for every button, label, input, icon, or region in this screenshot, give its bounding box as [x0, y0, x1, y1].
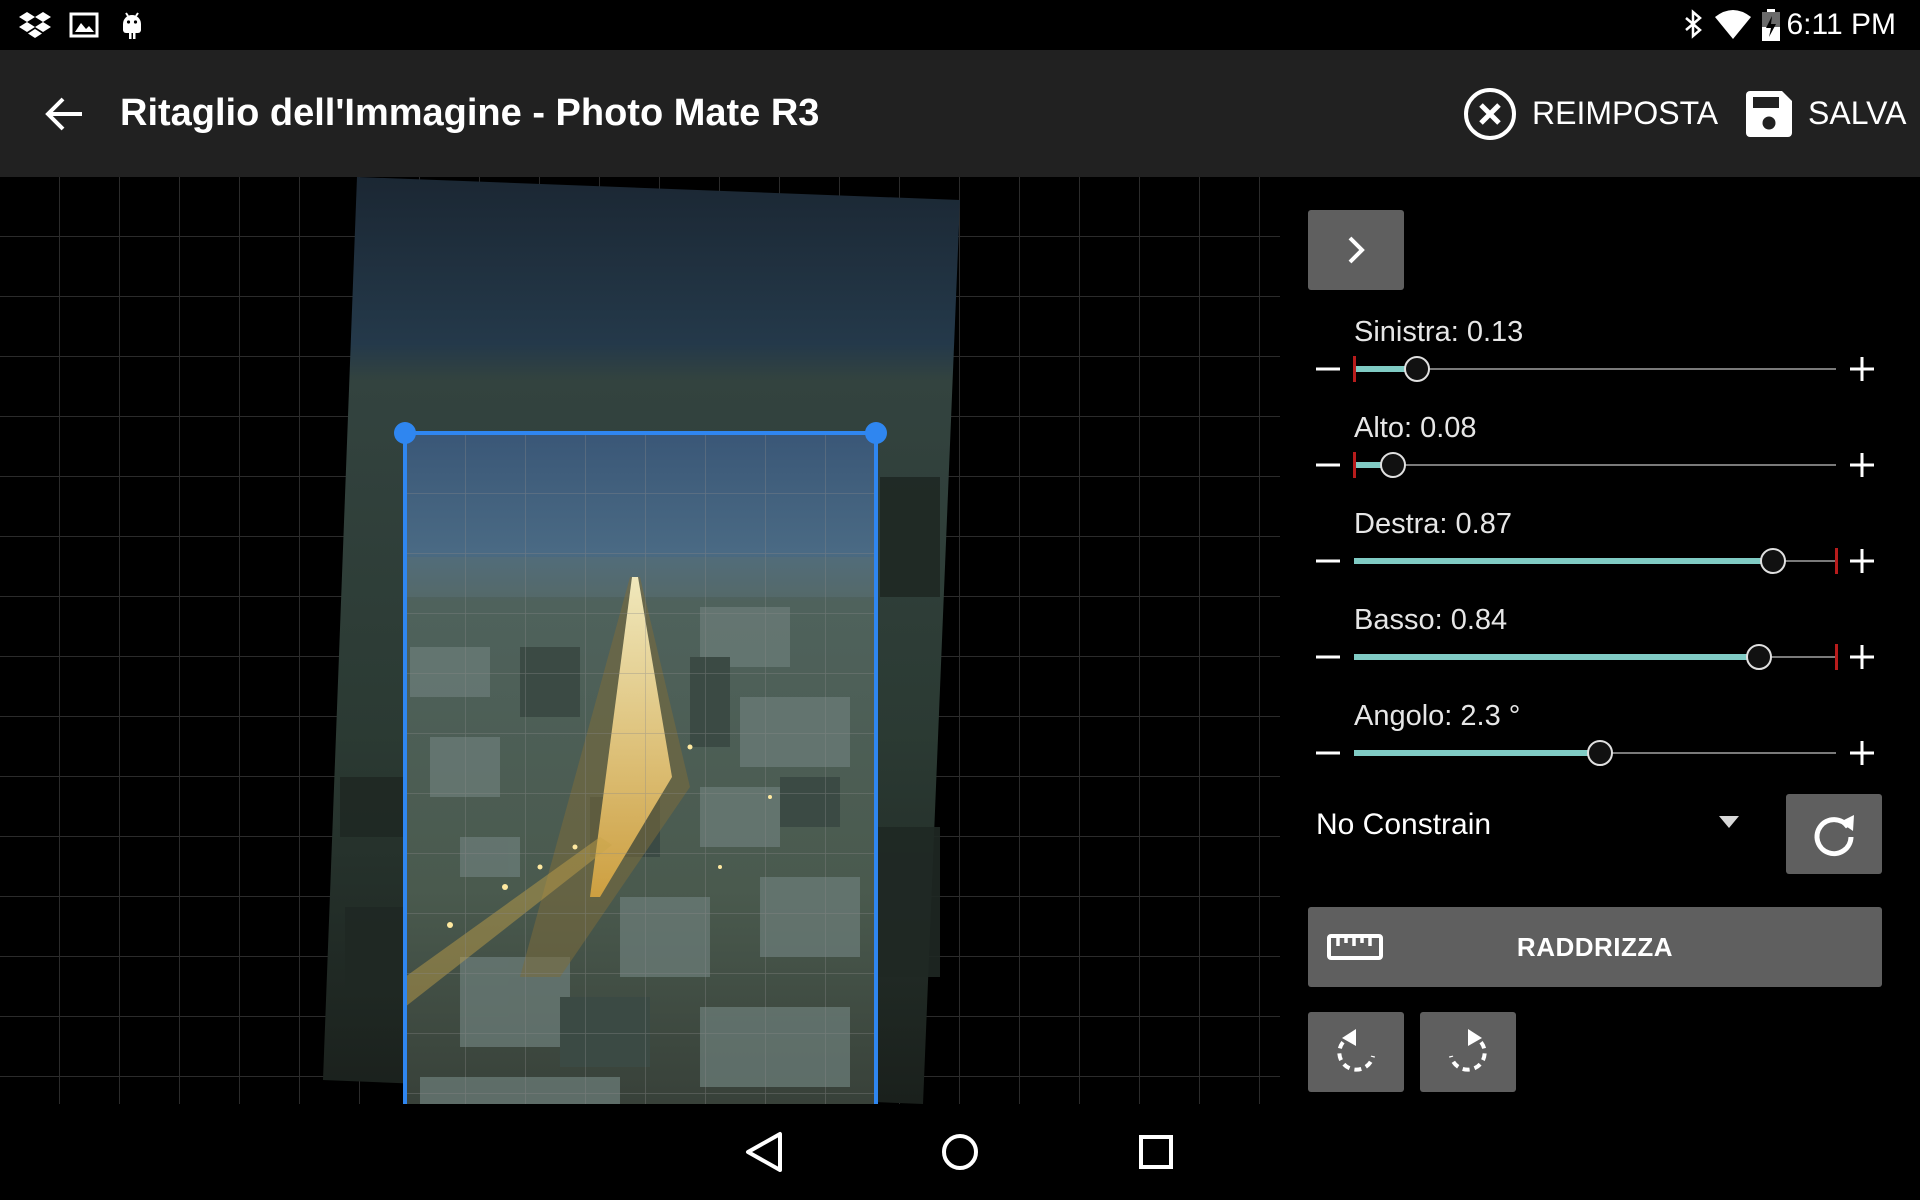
slider-thumb[interactable] — [1586, 740, 1613, 766]
plus-icon[interactable] — [1846, 545, 1878, 577]
plus-icon[interactable] — [1846, 737, 1878, 769]
save-label: SALVA — [1808, 95, 1907, 131]
slider-label: Angolo: 2.3 ° — [1354, 700, 1521, 732]
slider-fill — [1354, 654, 1759, 660]
nav-back-icon[interactable] — [738, 1126, 790, 1178]
plus-icon[interactable] — [1846, 641, 1878, 673]
crop-canvas[interactable] — [0, 177, 1280, 1104]
slider-thumb[interactable] — [1379, 452, 1406, 478]
back-arrow-icon[interactable] — [36, 84, 96, 144]
slider-thumb[interactable] — [1760, 548, 1787, 574]
slider-thumb[interactable] — [1403, 356, 1430, 382]
slider-limit-marker — [1353, 452, 1356, 478]
nav-home-icon[interactable] — [934, 1126, 986, 1178]
rotate-left-button[interactable] — [1308, 1012, 1404, 1092]
slider-fill — [1354, 750, 1600, 756]
slider-label: Alto: 0.08 — [1354, 412, 1477, 444]
reset-label: REIMPOSTA — [1532, 95, 1719, 131]
slider-track[interactable] — [1353, 356, 1836, 382]
close-circle-icon — [1464, 87, 1516, 140]
slider-track[interactable] — [1354, 740, 1836, 766]
minus-icon[interactable] — [1312, 353, 1344, 385]
slider-track[interactable] — [1354, 548, 1838, 574]
slider-thumb[interactable] — [1745, 644, 1772, 670]
save-button[interactable]: SALVA — [1744, 50, 1906, 177]
minus-icon[interactable] — [1312, 641, 1344, 673]
status-bar: 6:11 PM — [0, 0, 1920, 50]
slider-track[interactable] — [1353, 452, 1836, 478]
slider-bottom: Basso: 0.84 — [1280, 604, 1920, 700]
save-icon — [1746, 90, 1792, 137]
minus-icon[interactable] — [1312, 737, 1344, 769]
dropdown-arrow-icon — [1719, 816, 1739, 828]
slider-right: Destra: 0.87 — [1280, 508, 1920, 604]
refresh-icon — [1814, 815, 1854, 857]
slider-limit-marker — [1353, 356, 1356, 382]
plus-icon[interactable] — [1846, 353, 1878, 385]
slider-left: Sinistra: 0.13 — [1280, 316, 1920, 412]
slider-angle: Angolo: 2.3 ° — [1280, 700, 1920, 796]
crop-handle-top-right — [865, 422, 887, 444]
plus-icon[interactable] — [1846, 449, 1878, 481]
straighten-button[interactable]: RADDRIZZA — [1308, 907, 1882, 987]
slider-label: Destra: 0.87 — [1354, 508, 1512, 540]
status-time: 6:11 PM — [1786, 8, 1897, 41]
collapse-panel-button[interactable] — [1308, 210, 1404, 290]
battery-icon — [1762, 9, 1780, 41]
image-icon — [69, 12, 99, 38]
minus-icon[interactable] — [1312, 449, 1344, 481]
wifi-icon — [1715, 10, 1751, 39]
crop-handle-top-left — [394, 422, 416, 444]
navigation-bar — [0, 1104, 1920, 1200]
crop-settings-panel: Sinistra: 0.13 Alto: 0.08 Destra: 0.87 B… — [1280, 177, 1920, 1104]
page-title: Ritaglio dell'Immagine - Photo Mate R3 — [120, 92, 820, 134]
dropbox-icon — [19, 12, 51, 38]
constraint-value: No Constrain — [1316, 808, 1492, 841]
chevron-right-icon — [1348, 236, 1365, 264]
minus-icon[interactable] — [1312, 545, 1344, 577]
reset-rotation-button[interactable] — [1786, 794, 1882, 874]
slider-limit-marker — [1835, 548, 1838, 574]
slider-track[interactable] — [1354, 644, 1838, 670]
rotate-right-icon — [1449, 1029, 1487, 1072]
nav-recents-icon[interactable] — [1130, 1126, 1182, 1178]
slider-label: Sinistra: 0.13 — [1354, 316, 1524, 348]
slider-limit-marker — [1835, 644, 1838, 670]
reset-button[interactable]: REIMPOSTA — [1462, 50, 1718, 177]
rotate-left-icon — [1337, 1029, 1375, 1072]
slider-top: Alto: 0.08 — [1280, 412, 1920, 508]
crop-preview[interactable] — [0, 177, 1280, 1104]
aspect-constraint-dropdown[interactable]: No Constrain — [1308, 785, 1750, 865]
android-icon — [123, 12, 141, 39]
bluetooth-icon — [1685, 9, 1702, 39]
action-bar: Ritaglio dell'Immagine - Photo Mate R3 R… — [0, 50, 1920, 177]
slider-label: Basso: 0.84 — [1354, 604, 1508, 636]
slider-fill — [1354, 558, 1774, 564]
rotate-right-button[interactable] — [1420, 1012, 1516, 1092]
straighten-label: RADDRIZZA — [1516, 932, 1674, 962]
